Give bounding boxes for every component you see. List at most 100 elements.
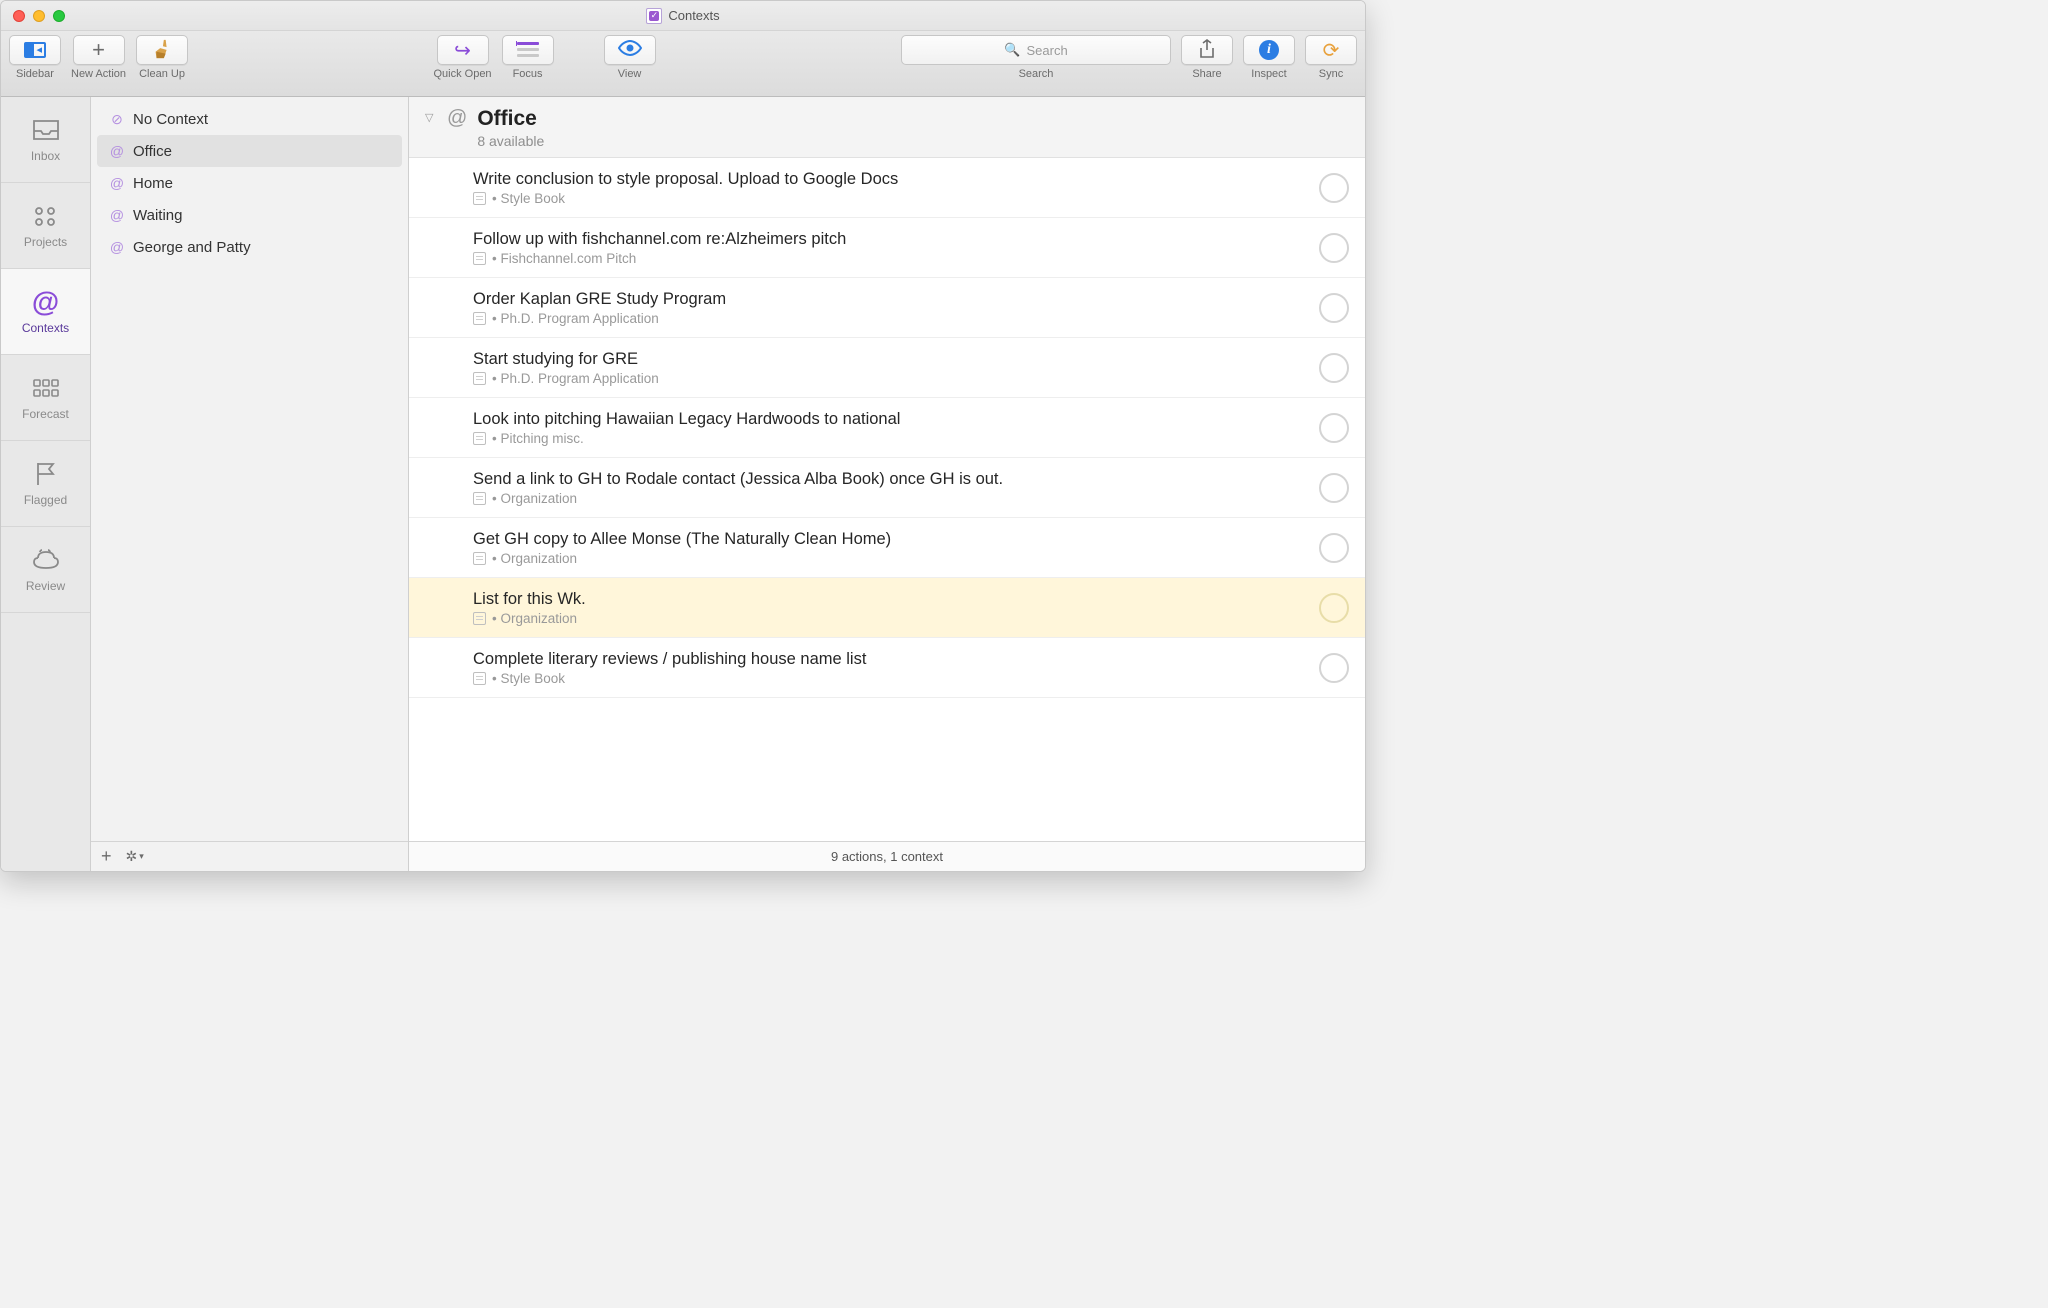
complete-checkbox[interactable] [1319,173,1349,203]
perspective-inbox[interactable]: Inbox [1,97,90,183]
note-icon [473,312,486,325]
perspective-projects[interactable]: Projects [1,183,90,269]
context-actions-button[interactable]: ✲▾ [126,848,144,865]
search-input[interactable]: 🔍 Search [901,35,1171,65]
task-row[interactable]: Send a link to GH to Rodale contact (Jes… [409,458,1365,518]
toolbar: Sidebar + New Action Clean Up ↪ Quick Op… [1,31,1365,97]
task-project: • Organization [492,551,577,566]
context-row[interactable]: @ Home [97,167,402,199]
task-project: • Organization [492,611,577,626]
complete-checkbox[interactable] [1319,353,1349,383]
at-icon: @ [109,175,125,191]
task-row[interactable]: List for this Wk. • Organization [409,578,1365,638]
perspective-label: Contexts [22,321,69,335]
context-row[interactable]: @George and Patty [97,231,402,263]
perspective-review[interactable]: Review [1,527,90,613]
minimize-window-button[interactable] [33,10,45,22]
sync-icon: ⟳ [1323,38,1340,63]
perspective-label: Inbox [31,149,60,163]
task-project: • Style Book [492,191,565,206]
context-label: Waiting [133,207,182,224]
window-title: Contexts [668,8,719,23]
focus-icon [516,40,540,61]
task-list: Write conclusion to style proposal. Uplo… [409,158,1365,841]
task-meta: • Organization [473,491,1307,506]
task-meta: • Style Book [473,191,1307,206]
complete-checkbox[interactable] [1319,653,1349,683]
info-icon: i [1259,40,1279,60]
perspective-label: Flagged [24,493,67,507]
new-action-button[interactable]: + [73,35,125,65]
inspect-label: Inspect [1251,68,1286,80]
share-label: Share [1192,68,1221,80]
app-window: Contexts Sidebar + New Action Clean Up [0,0,1366,872]
note-icon [473,432,486,445]
task-meta: • Fishchannel.com Pitch [473,251,1307,266]
main-content: ▽ @ Office 8 available Write conclusion … [409,97,1365,871]
perspective-flagged[interactable]: Flagged [1,441,90,527]
clean-up-button[interactable] [136,35,188,65]
context-row[interactable]: ⊘No Context [97,103,402,135]
task-row[interactable]: Follow up with fishchannel.com re:Alzhei… [409,218,1365,278]
complete-checkbox[interactable] [1319,293,1349,323]
close-window-button[interactable] [13,10,25,22]
task-meta: • Ph.D. Program Application [473,311,1307,326]
eye-icon [618,39,642,62]
complete-checkbox[interactable] [1319,233,1349,263]
at-icon: @ [447,107,467,130]
complete-checkbox[interactable] [1319,473,1349,503]
perspective-forecast[interactable]: Forecast [1,355,90,441]
projects-icon [31,203,61,229]
task-title: List for this Wk. [473,590,1307,609]
broom-icon [151,38,173,63]
body: InboxProjects@ContextsForecastFlaggedRev… [1,97,1365,871]
task-row[interactable]: Order Kaplan GRE Study Program• Ph.D. Pr… [409,278,1365,338]
new-action-label: New Action [71,68,126,80]
task-row[interactable]: Complete literary reviews / publishing h… [409,638,1365,698]
sync-button[interactable]: ⟳ [1305,35,1357,65]
view-button[interactable] [604,35,656,65]
task-row[interactable]: Write conclusion to style proposal. Uplo… [409,158,1365,218]
complete-checkbox[interactable] [1319,593,1349,623]
task-project: • Style Book [492,671,565,686]
perspective-label: Review [26,579,65,593]
share-button[interactable] [1181,35,1233,65]
context-row[interactable]: @Waiting [97,199,402,231]
task-meta: • Style Book [473,671,1307,686]
sync-label: Sync [1319,68,1343,80]
quick-open-button[interactable]: ↪ [437,35,489,65]
context-label: Home [133,175,173,192]
task-row[interactable]: Get GH copy to Allee Monse (The Naturall… [409,518,1365,578]
main-header: ▽ @ Office 8 available [409,97,1365,158]
task-row[interactable]: Look into pitching Hawaiian Legacy Hardw… [409,398,1365,458]
sidebar-toggle-button[interactable] [9,35,61,65]
focus-button[interactable] [502,35,554,65]
disclosure-triangle-icon[interactable]: ▽ [425,111,437,124]
quick-open-label: Quick Open [433,68,491,80]
contexts-sidebar: ⊘No Context@Office @ Home @Waiting@George a… [91,97,409,871]
inspect-button[interactable]: i [1243,35,1295,65]
task-title: Write conclusion to style proposal. Uplo… [473,170,1307,189]
complete-checkbox[interactable] [1319,413,1349,443]
task-project: • Ph.D. Program Application [492,311,659,326]
perspective-label: Projects [24,235,67,249]
perspective-contexts[interactable]: @Contexts [1,269,90,355]
task-project: • Organization [492,491,577,506]
sidebar-icon [24,42,46,58]
add-context-button[interactable]: + [101,846,112,867]
context-row[interactable]: @Office [97,135,402,167]
complete-checkbox[interactable] [1319,533,1349,563]
zoom-window-button[interactable] [53,10,65,22]
clean-up-label: Clean Up [139,68,185,80]
focus-label: Focus [513,68,543,80]
note-icon [473,252,486,265]
task-meta: • Pitching misc. [473,431,1307,446]
task-row[interactable]: Start studying for GRE• Ph.D. Program Ap… [409,338,1365,398]
sidebar-label: Sidebar [16,68,54,80]
status-bar: 9 actions, 1 context [409,841,1365,871]
context-title: Office [477,107,544,131]
traffic-lights [1,10,65,22]
contexts-footer: + ✲▾ [91,841,408,871]
context-label: No Context [133,111,208,128]
perspective-label: Forecast [22,407,69,421]
